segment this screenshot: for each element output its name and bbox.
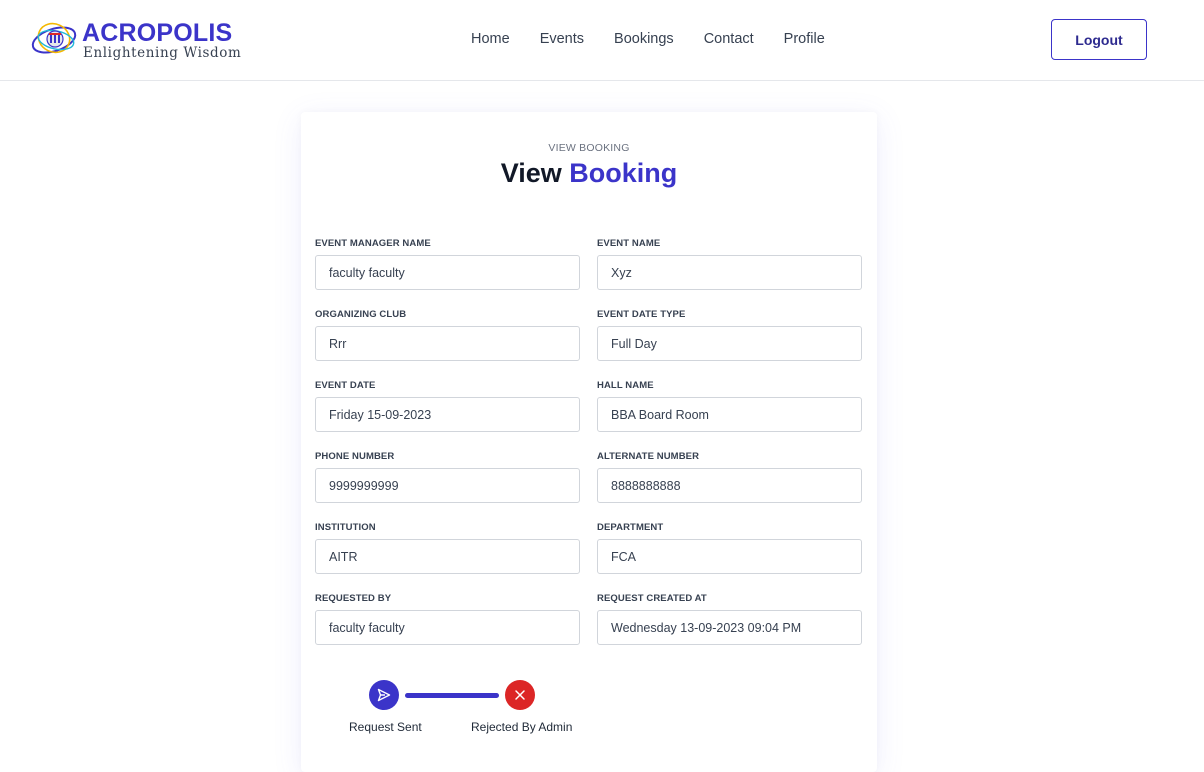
- requested-by-input[interactable]: [315, 610, 580, 645]
- nav-contact[interactable]: Contact: [704, 31, 754, 47]
- alternate-number-input[interactable]: [597, 468, 862, 503]
- page-title-part1: View: [500, 158, 562, 188]
- status-label-request-sent: Request Sent: [349, 720, 422, 734]
- phone-number-input[interactable]: [315, 468, 580, 503]
- event-date-input[interactable]: [315, 397, 580, 432]
- status-step-request-sent: [369, 680, 399, 710]
- institution-input[interactable]: [315, 539, 580, 574]
- booking-details-form: EVENT MANAGER NAME EVENT NAME ORGANIZING…: [315, 238, 862, 645]
- send-icon: [377, 688, 391, 702]
- organizing-club-input[interactable]: [315, 326, 580, 361]
- field-label: ORGANIZING CLUB: [315, 309, 407, 320]
- brand-name: ACROPOLIS: [82, 19, 233, 47]
- field-label: DEPARTMENT: [597, 522, 664, 533]
- field-label: HALL NAME: [597, 380, 654, 391]
- field-label: INSTITUTION: [315, 522, 376, 533]
- logout-button[interactable]: Logout: [1051, 19, 1147, 60]
- top-navbar: ACROPOLIS Enlightening Wisdom Home Event…: [0, 0, 1204, 81]
- page-title: View Booking: [301, 158, 877, 189]
- field-label: PHONE NUMBER: [315, 451, 395, 462]
- field-label: EVENT MANAGER NAME: [315, 238, 431, 249]
- department-input[interactable]: [597, 539, 862, 574]
- field-phone-number: PHONE NUMBER: [315, 451, 580, 503]
- field-label: REQUESTED BY: [315, 593, 392, 604]
- event-date-type-input[interactable]: [597, 326, 862, 361]
- main-nav: Home Events Bookings Contact Profile: [471, 31, 825, 47]
- close-icon: [515, 690, 525, 700]
- hall-name-input[interactable]: [597, 397, 862, 432]
- field-label: EVENT DATE: [315, 380, 376, 391]
- acropolis-logo[interactable]: ACROPOLIS Enlightening Wisdom: [30, 16, 241, 64]
- field-event-date-type: EVENT DATE TYPE: [597, 309, 862, 361]
- field-institution: INSTITUTION: [315, 522, 580, 574]
- event-name-input[interactable]: [597, 255, 862, 290]
- request-created-at-input[interactable]: [597, 610, 862, 645]
- status-connector: [405, 693, 499, 698]
- field-requested-by: REQUESTED BY: [315, 593, 580, 645]
- field-event-manager-name: EVENT MANAGER NAME: [315, 238, 580, 290]
- nav-events[interactable]: Events: [540, 31, 584, 47]
- field-event-date: EVENT DATE: [315, 380, 580, 432]
- field-label: EVENT NAME: [597, 238, 661, 249]
- field-organizing-club: ORGANIZING CLUB: [315, 309, 580, 361]
- field-hall-name: HALL NAME: [597, 380, 862, 432]
- field-label: EVENT DATE TYPE: [597, 309, 686, 320]
- booking-status-tracker: Request Sent Rejected By Admin: [301, 680, 877, 740]
- nav-profile[interactable]: Profile: [784, 31, 825, 47]
- status-label-rejected: Rejected By Admin: [471, 720, 573, 734]
- field-alternate-number: ALTERNATE NUMBER: [597, 451, 862, 503]
- nav-bookings[interactable]: Bookings: [614, 31, 674, 47]
- brand-tagline: Enlightening Wisdom: [83, 45, 242, 61]
- field-label: ALTERNATE NUMBER: [597, 451, 700, 462]
- field-event-name: EVENT NAME: [597, 238, 862, 290]
- page-title-part2: Booking: [569, 158, 678, 188]
- page-eyebrow: VIEW BOOKING: [548, 142, 630, 154]
- event-manager-name-input[interactable]: [315, 255, 580, 290]
- view-booking-card: VIEW BOOKING View Booking EVENT MANAGER …: [301, 112, 877, 772]
- field-request-created-at: REQUEST CREATED AT: [597, 593, 862, 645]
- field-department: DEPARTMENT: [597, 522, 862, 574]
- nav-home[interactable]: Home: [471, 31, 510, 47]
- status-step-rejected: [505, 680, 535, 710]
- acropolis-emblem-icon: [31, 22, 77, 54]
- field-label: REQUEST CREATED AT: [597, 593, 707, 604]
